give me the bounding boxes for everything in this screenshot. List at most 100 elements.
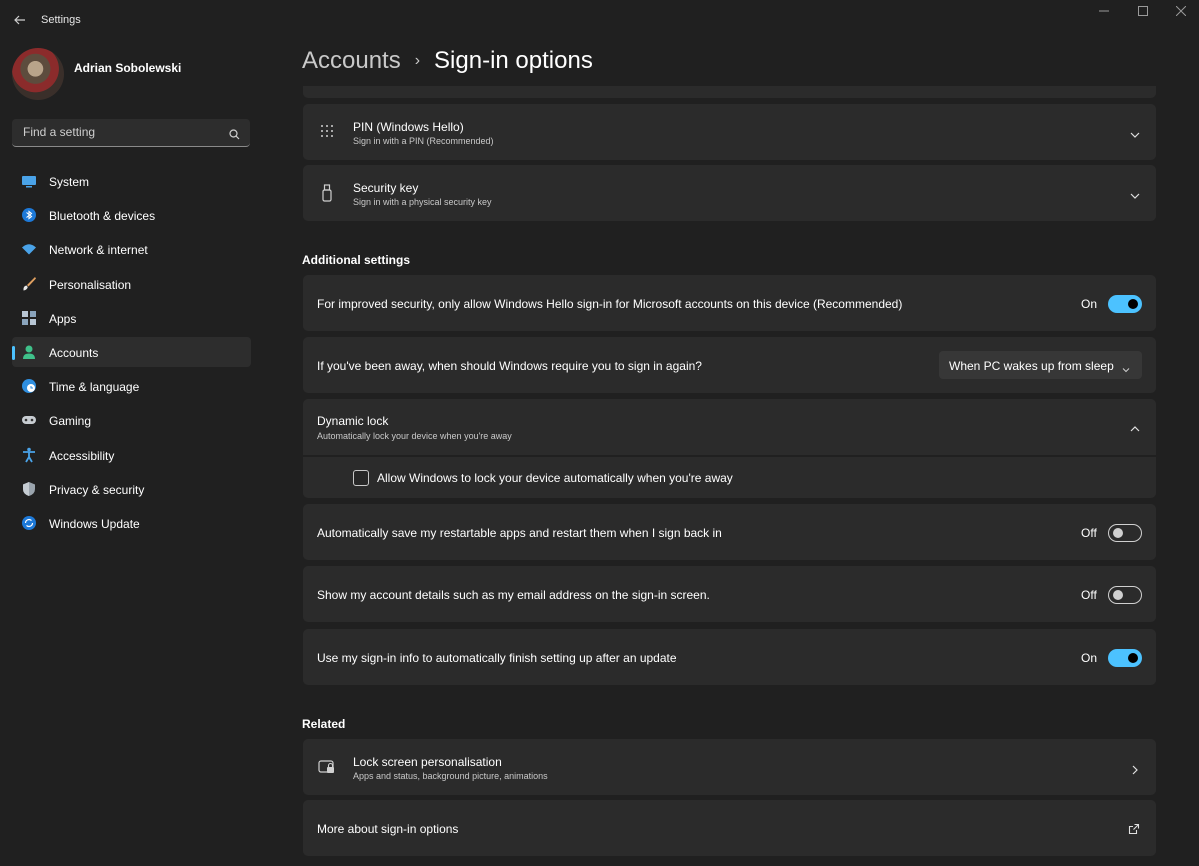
- brush-icon: [21, 276, 37, 292]
- sidebar-item-label: Gaming: [49, 414, 92, 429]
- lock-screen-subtitle: Apps and status, background picture, ani…: [353, 771, 548, 781]
- monitor-icon: [21, 173, 37, 189]
- person-icon: [21, 344, 37, 360]
- chevron-down-icon[interactable]: [1130, 188, 1140, 206]
- security-key-title: Security key: [353, 181, 419, 195]
- breadcrumb-separator: ›: [414, 52, 421, 69]
- sidebar-item-accounts[interactable]: Accounts: [12, 336, 251, 367]
- dynamic-lock-title: Dynamic lock: [317, 414, 389, 428]
- hello-only-toggle[interactable]: [1108, 295, 1142, 313]
- sidebar-item-time-language[interactable]: Time & language: [12, 371, 251, 401]
- away-signin-dropdown[interactable]: When PC wakes up from sleep: [939, 351, 1142, 379]
- show-account-details-state: Off: [1081, 588, 1097, 602]
- dynamic-lock-checkbox[interactable]: [353, 470, 369, 486]
- app-title: Settings: [41, 14, 81, 26]
- sidebar-item-label: Accessibility: [49, 448, 115, 463]
- search-box[interactable]: [12, 119, 250, 147]
- sidebar-item-label: System: [49, 175, 90, 189]
- related-heading: Related: [302, 717, 346, 731]
- sidebar-item-label: Accounts: [49, 345, 99, 360]
- shield-icon: [21, 481, 37, 497]
- external-link-icon: [1128, 822, 1140, 840]
- maximize-icon[interactable]: [1125, 6, 1161, 20]
- use-signin-info-toggle[interactable]: [1108, 649, 1142, 667]
- chevron-down-icon: [1122, 361, 1130, 379]
- pin-title: PIN (Windows Hello): [353, 120, 464, 134]
- accessibility-icon: [21, 447, 37, 463]
- sidebar-item-accessibility[interactable]: Accessibility: [12, 440, 251, 470]
- more-signin-options-label: More about sign-in options: [317, 822, 459, 836]
- minimize-icon[interactable]: [1086, 6, 1122, 20]
- sidebar-item-personalisation[interactable]: Personalisation: [12, 269, 251, 299]
- sidebar-item-windows-update[interactable]: Windows Update: [12, 508, 251, 538]
- usb-key-icon: [319, 184, 335, 207]
- sidebar-item-bluetooth[interactable]: Bluetooth & devices: [12, 200, 251, 230]
- title-bar: Settings: [0, 0, 1199, 40]
- more-signin-options-link[interactable]: More about sign-in options: [303, 800, 1156, 856]
- sidebar-item-label: Privacy & security: [49, 482, 145, 497]
- sidebar-item-system[interactable]: System: [12, 166, 251, 196]
- lock-screen-icon: [318, 759, 336, 780]
- sidebar-item-network[interactable]: Network & internet: [12, 234, 251, 264]
- lock-screen-link[interactable]: Lock screen personalisation Apps and sta…: [303, 739, 1156, 795]
- restart-apps-state: Off: [1081, 526, 1097, 540]
- update-icon: [21, 515, 37, 531]
- back-arrow-icon[interactable]: [12, 12, 28, 28]
- breadcrumb-parent[interactable]: Accounts: [302, 47, 401, 74]
- user-name: Adrian Sobolewski: [74, 61, 182, 75]
- chevron-right-icon: [1130, 762, 1140, 780]
- dynamic-lock-body: Allow Windows to lock your device automa…: [303, 457, 1156, 498]
- use-signin-info-label: Use my sign-in info to automatically fin…: [317, 651, 677, 665]
- pin-option[interactable]: PIN (Windows Hello) Sign in with a PIN (…: [303, 104, 1156, 160]
- dynamic-lock-checkbox-label[interactable]: Allow Windows to lock your device automa…: [377, 471, 733, 485]
- security-key-subtitle: Sign in with a physical security key: [353, 197, 492, 207]
- sidebar-item-label: Windows Update: [49, 516, 140, 531]
- apps-icon: [21, 310, 37, 326]
- pin-subtitle: Sign in with a PIN (Recommended): [353, 136, 494, 146]
- sidebar-item-privacy[interactable]: Privacy & security: [12, 474, 251, 504]
- keypad-icon: [319, 124, 335, 145]
- show-account-details-toggle[interactable]: [1108, 586, 1142, 604]
- search-input[interactable]: [21, 124, 225, 140]
- dynamic-lock-header[interactable]: Dynamic lock Automatically lock your dev…: [303, 399, 1156, 455]
- use-signin-info-state: On: [1081, 651, 1098, 665]
- page-title: Sign-in options: [434, 47, 593, 74]
- hello-only-state: On: [1081, 297, 1098, 311]
- restart-apps-label: Automatically save my restartable apps a…: [317, 526, 722, 540]
- hello-only-setting: For improved security, only allow Window…: [303, 275, 1156, 331]
- gamepad-icon: [21, 412, 37, 428]
- sidebar-nav: System Bluetooth & devices Network & int…: [12, 166, 251, 542]
- security-key-option[interactable]: Security key Sign in with a physical sec…: [303, 165, 1156, 221]
- lock-screen-title: Lock screen personalisation: [353, 755, 502, 769]
- avatar: [12, 48, 64, 100]
- search-icon[interactable]: [229, 127, 240, 145]
- sidebar-item-label: Time & language: [49, 380, 140, 395]
- show-account-details-label: Show my account details such as my email…: [317, 588, 710, 602]
- sidebar-item-label: Apps: [49, 311, 77, 326]
- away-signin-label: If you've been away, when should Windows…: [317, 359, 702, 373]
- scrolled-card-edge: [303, 86, 1156, 98]
- dropdown-value: When PC wakes up from sleep: [949, 359, 1114, 373]
- chevron-up-icon[interactable]: [1130, 421, 1140, 439]
- sidebar-item-label: Network & internet: [49, 243, 148, 258]
- use-signin-info-setting: Use my sign-in info to automatically fin…: [303, 629, 1156, 685]
- close-icon[interactable]: [1163, 6, 1199, 20]
- selection-indicator: [12, 345, 15, 360]
- away-signin-setting: If you've been away, when should Windows…: [303, 337, 1156, 393]
- sidebar-item-apps[interactable]: Apps: [12, 303, 251, 333]
- user-profile[interactable]: Adrian Sobolewski: [12, 46, 252, 102]
- sidebar-item-gaming[interactable]: Gaming: [12, 405, 251, 435]
- breadcrumb: Accounts › Sign-in options: [302, 47, 593, 75]
- wifi-icon: [21, 241, 37, 257]
- restart-apps-toggle[interactable]: [1108, 524, 1142, 542]
- dynamic-lock-subtitle: Automatically lock your device when you'…: [317, 431, 512, 441]
- show-account-details-setting: Show my account details such as my email…: [303, 566, 1156, 622]
- chevron-down-icon[interactable]: [1130, 127, 1140, 145]
- sidebar-item-label: Personalisation: [49, 277, 132, 292]
- hello-only-label: For improved security, only allow Window…: [317, 297, 903, 311]
- restart-apps-setting: Automatically save my restartable apps a…: [303, 504, 1156, 560]
- sidebar-item-label: Bluetooth & devices: [49, 209, 156, 224]
- additional-settings-heading: Additional settings: [302, 253, 410, 267]
- bluetooth-icon: [21, 207, 37, 223]
- globe-clock-icon: [21, 378, 37, 394]
